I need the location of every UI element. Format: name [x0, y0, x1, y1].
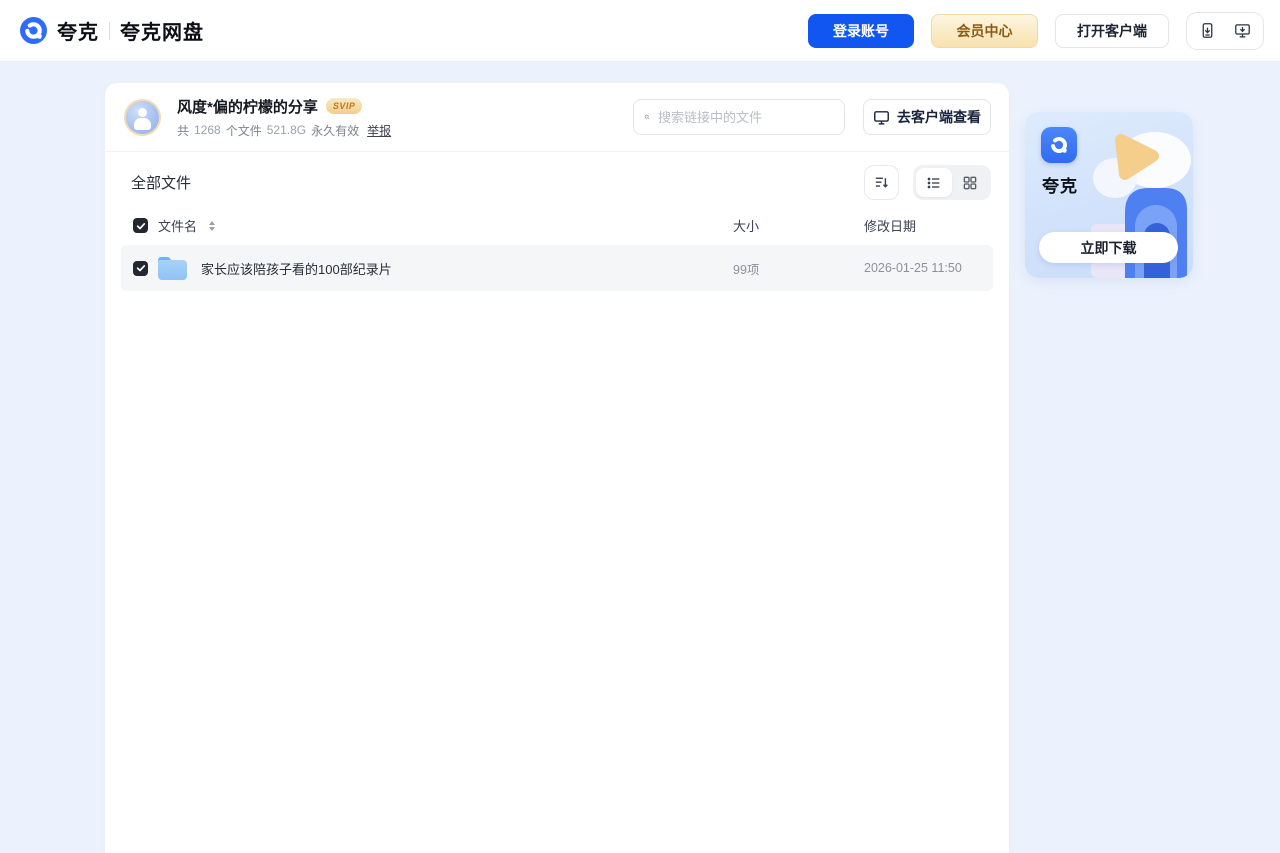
promo-app-name: 夸克 — [1042, 172, 1078, 197]
brand[interactable]: 夸克 夸克网盘 — [20, 16, 204, 45]
column-header-date[interactable]: 修改日期 — [864, 216, 981, 235]
column-header-size[interactable]: 大小 — [733, 216, 864, 235]
view-in-client-label: 去客户端查看 — [897, 107, 981, 127]
file-name[interactable]: 家长应该陪孩子看的100部纪录片 — [201, 259, 392, 278]
file-count: 1268 — [194, 123, 221, 137]
search-icon — [644, 109, 650, 125]
list-view-icon — [926, 175, 942, 191]
download-apps-group — [1186, 12, 1264, 50]
svip-badge: SVIP — [326, 98, 363, 114]
column-header-name[interactable]: 文件名 — [158, 216, 197, 235]
product-name: 夸克网盘 — [120, 16, 204, 45]
open-client-button[interactable]: 打开客户端 — [1055, 14, 1169, 48]
header-actions: 登录账号 会员中心 打开客户端 — [808, 12, 1264, 50]
check-icon — [136, 221, 146, 231]
name-sort-arrows-icon[interactable] — [209, 221, 215, 231]
grid-view-icon — [962, 175, 978, 191]
list-view-button[interactable] — [916, 168, 952, 197]
share-meta: 共 1268 个文件 521.8G 永久有效 举报 — [177, 122, 391, 139]
folder-icon — [158, 257, 187, 280]
share-title: 风度*偏的柠檬的分享 — [177, 96, 318, 117]
app-download-promo-card[interactable]: 夸克 立即下载 — [1025, 112, 1193, 278]
row-checkbox[interactable] — [133, 261, 148, 276]
vip-center-button[interactable]: 会员中心 — [931, 14, 1038, 48]
report-link[interactable]: 举报 — [367, 122, 391, 139]
download-now-button[interactable]: 立即下载 — [1039, 232, 1178, 263]
quark-app-icon — [1041, 127, 1077, 163]
validity-label: 永久有效 — [311, 122, 359, 139]
sharer-info: 风度*偏的柠檬的分享 SVIP 共 1268 个文件 521.8G 永久有效 举… — [124, 96, 391, 139]
monitor-icon — [873, 109, 890, 126]
meta-unit: 个文件 — [226, 122, 262, 139]
monitor-download-icon[interactable] — [1234, 22, 1251, 39]
brand-divider — [109, 22, 110, 40]
total-size: 521.8G — [267, 123, 306, 137]
grid-view-button[interactable] — [952, 168, 988, 197]
select-all-checkbox[interactable] — [133, 218, 148, 233]
view-controls — [864, 165, 991, 200]
file-row[interactable]: 家长应该陪孩子看的100部纪录片 99项 2026-01-25 11:50 — [121, 245, 993, 291]
sort-order-button[interactable] — [864, 165, 899, 200]
brand-name: 夸克 — [57, 16, 99, 45]
phone-download-icon[interactable] — [1199, 22, 1216, 39]
file-date: 2026-01-25 11:50 — [864, 261, 981, 275]
view-mode-toggle — [913, 165, 991, 200]
share-content-card: 风度*偏的柠檬的分享 SVIP 共 1268 个文件 521.8G 永久有效 举… — [105, 83, 1009, 853]
file-size: 99项 — [733, 259, 864, 278]
file-table-header: 文件名 大小 修改日期 — [121, 210, 993, 245]
quark-logo-icon — [20, 17, 47, 44]
check-icon — [136, 263, 146, 273]
view-in-client-button[interactable]: 去客户端查看 — [863, 99, 991, 135]
share-header: 风度*偏的柠檬的分享 SVIP 共 1268 个文件 521.8G 永久有效 举… — [105, 83, 1009, 151]
sort-lines-icon — [873, 174, 890, 191]
section-title: 全部文件 — [131, 172, 191, 193]
share-header-actions: 去客户端查看 — [633, 99, 991, 135]
avatar — [124, 99, 161, 136]
search-box[interactable] — [633, 99, 845, 135]
login-button[interactable]: 登录账号 — [808, 14, 914, 48]
top-header: 夸克 夸克网盘 登录账号 会员中心 打开客户端 — [0, 0, 1280, 62]
file-list-toolbar: 全部文件 — [105, 152, 1009, 208]
search-input[interactable] — [658, 110, 834, 125]
meta-prefix: 共 — [177, 122, 189, 139]
